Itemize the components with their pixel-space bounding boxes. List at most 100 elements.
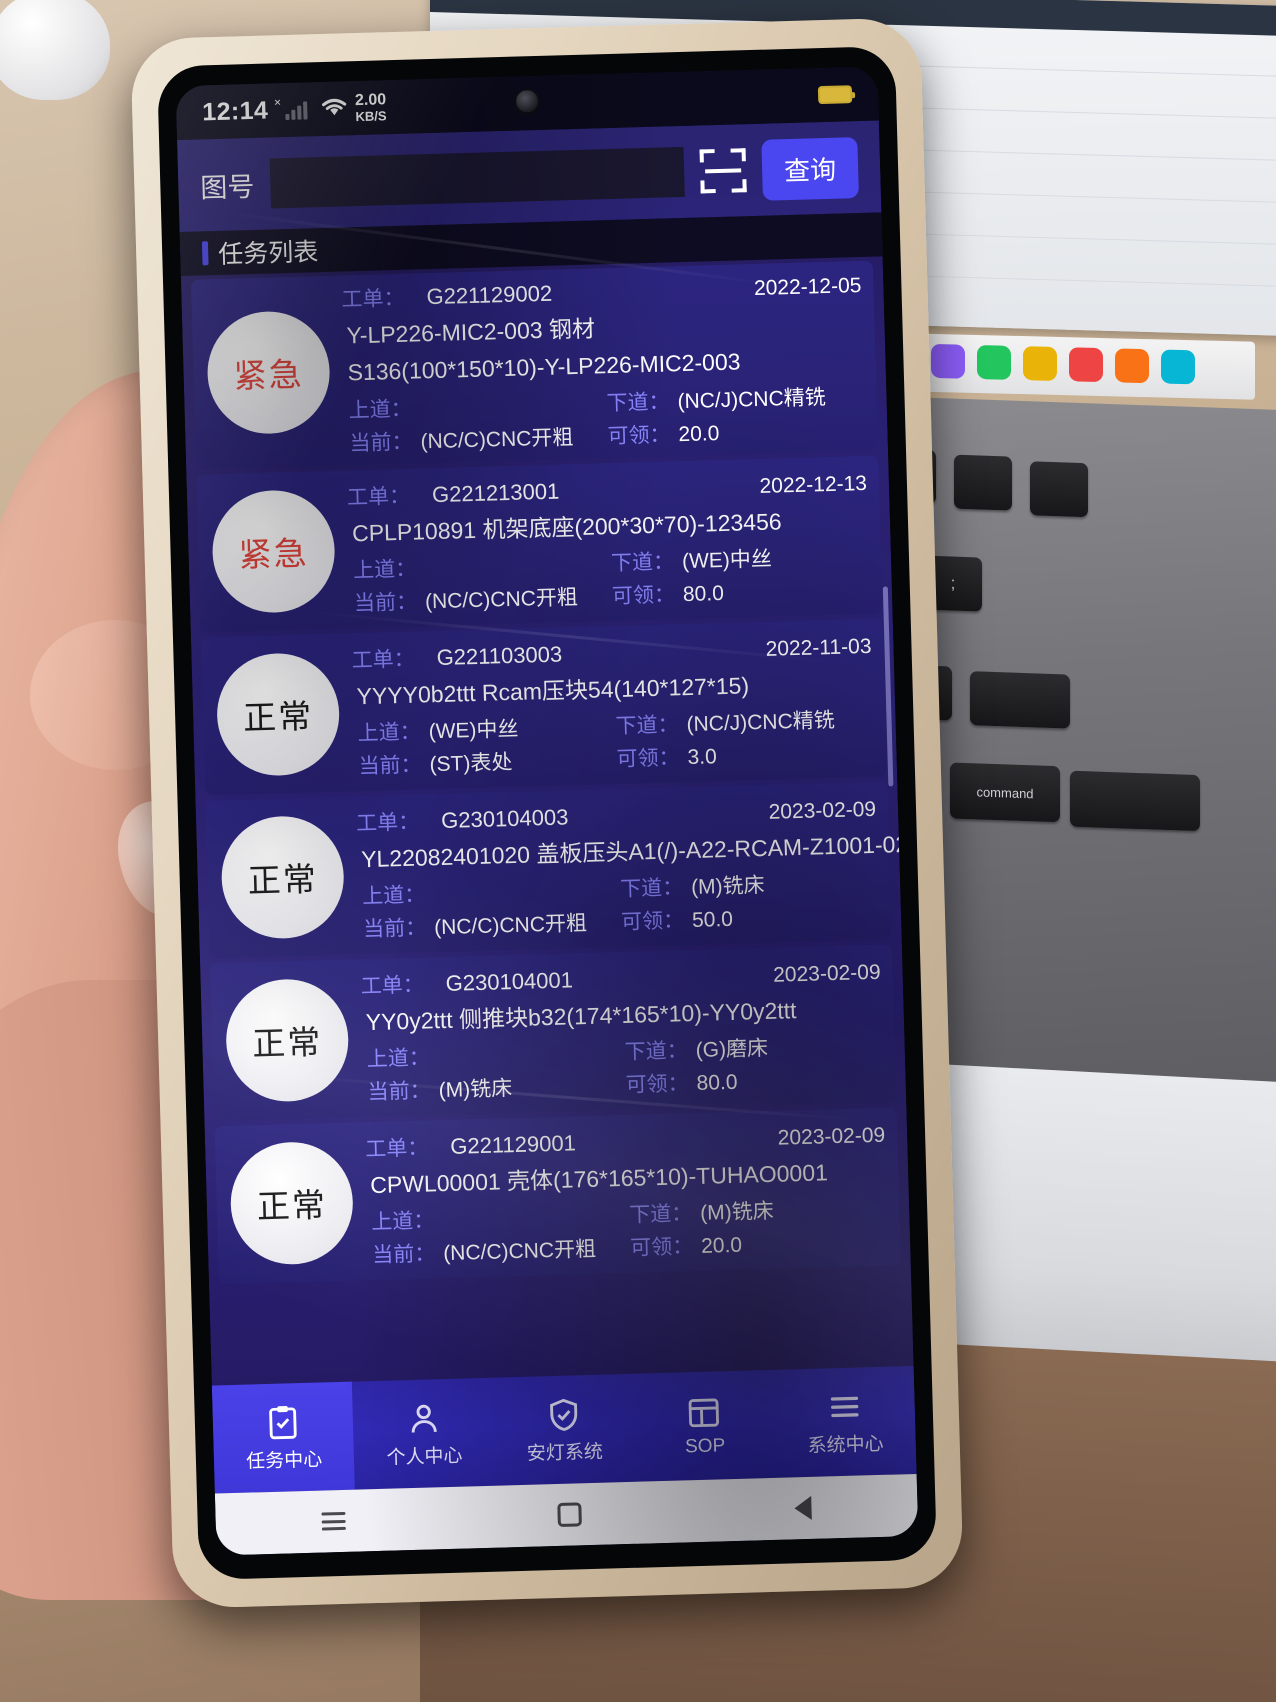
available-qty-label: 可领： [616,746,680,772]
available-qty-value: 50.0 [691,907,734,933]
phone-screen: 12:14 × 2.00 KB/S 图号 查询 任务列表 紧急 工单： G221… [175,66,919,1556]
current-process-label: 当前： [353,590,418,616]
search-input[interactable] [269,146,685,209]
task-card-top-row: 工单： G230104003 2023-02-09 [356,792,877,837]
available-qty-value: 3.0 [687,745,718,770]
available-qty-value: 20.0 [700,1233,743,1258]
task-card-body: 工单： G221129002 2022-12-05 Y-LP226-MIC2-003 … [341,269,866,457]
tab-1[interactable]: 任务中心 [211,1381,356,1494]
network-speed-unit: KB/S [355,107,387,124]
task-card[interactable]: 紧急 工单： G221213001 2022-12-13 CPLP10891 机架底座(… [196,455,883,633]
menu-lines-icon [825,1387,864,1426]
prev-process-label: 上道： [357,720,422,746]
prev-process-label: 上道： [352,557,417,583]
section-accent-bar [201,241,209,266]
task-process-grid: 上道： 下道： (WE)中丝 当前： (NC/C)CNC开粗 可领： 80.0 [353,540,871,617]
tab-4[interactable]: SOP [633,1370,776,1482]
tab-2[interactable]: 个人中心 [352,1378,495,1490]
available-qty-value: 20.0 [678,421,720,447]
current-process-label: 当前： [358,753,422,779]
work-order-number: G221213001 [431,478,560,507]
task-card[interactable]: 正常 工单： G221129001 2023-02-09 CPWL00001 壳体(17… [214,1107,901,1285]
home-icon[interactable] [557,1502,583,1527]
task-date: 2023-02-09 [768,797,877,824]
task-date: 2022-11-03 [765,634,872,661]
prev-process-cell: 上道： [366,1036,625,1073]
current-process-value: (M)铣床 [438,1077,513,1103]
work-order-label: 工单： [351,647,415,673]
tab-3[interactable]: 安灯系统 [493,1374,636,1486]
network-speed: 2.00 KB/S [354,91,387,124]
available-qty-label: 可领： [625,1072,689,1097]
battery-icon [817,85,853,105]
status-badge: 紧急 [205,309,332,436]
work-order-number: G230104001 [445,967,574,996]
task-title-line: Y-LP226-MIC2-003 钢材 [346,315,596,349]
section-title: 任务列表 [217,238,319,269]
task-card-top-row: 工单： G221129001 2023-02-09 [365,1118,886,1163]
task-list[interactable]: 紧急 工单： G221129002 2022-12-05 Y-LP226-MIC2-00… [181,256,914,1385]
work-order-label: 工单： [346,484,411,510]
search-button[interactable]: 查询 [761,136,859,201]
task-date: 2023-02-09 [772,960,881,987]
task-card-top-row: 工单： G221129002 2022-12-05 [341,269,862,314]
next-process-value: (NC/J)CNC精铣 [677,385,826,414]
next-process-cell: 下道： (NC/J)CNC精铣 [606,380,865,417]
status-badge-wrap: 正常 [206,814,359,940]
status-badge: 正常 [220,814,346,940]
next-process-label: 下道： [628,1202,693,1227]
work-order-number: G230104003 [440,804,569,833]
task-card[interactable]: 正常 工单： G230104001 2023-02-09 YY0y2ttt 侧推块b32… [210,944,897,1122]
status-badge-wrap: 正常 [211,977,364,1103]
next-process-value: (M)铣床 [690,874,765,900]
available-qty-label: 可领： [611,583,676,609]
tab-label: 系统中心 [807,1433,884,1457]
next-process-cell: 下道： (M)铣床 [629,1192,888,1229]
tab-label: SOP [684,1435,726,1458]
available-qty-label: 可领： [620,909,685,935]
available-qty-label: 可领： [607,423,671,449]
task-card[interactable]: 正常 工单： G221103003 2022-11-03 YYYY0b2ttt Rcam… [200,618,888,796]
work-order-number: G221129002 [426,280,553,310]
current-process-value: (NC/C)CNC开粗 [442,1237,597,1266]
network-speed-value: 2.00 [354,91,387,110]
next-process-value: (WE)中丝 [681,547,773,574]
app-root: 12:14 × 2.00 KB/S 图号 查询 任务列表 紧急 工单： G221… [175,66,919,1556]
task-process-grid: 上道： (WE)中丝 下道： (NC/J)CNC精铣 当前： (ST)表处 可领： 3.0 [357,703,875,780]
current-process-label: 当前： [371,1242,436,1268]
wifi-icon [319,94,350,124]
status-badge-wrap: 紧急 [197,488,350,615]
current-process-value: (NC/C)CNC开粗 [433,912,588,940]
work-order-label: 工单： [355,810,420,835]
scan-code-icon[interactable] [699,148,747,194]
task-card[interactable]: 正常 工单： G230104003 2023-02-09 YL22082401020 盖… [205,781,914,959]
available-qty-cell: 可领： 80.0 [625,1062,884,1099]
task-card-body: 工单： G221129001 2023-02-09 CPWL00001 壳体(176*… [365,1118,889,1269]
prev-process-label: 上道： [361,883,426,909]
current-process-value: (NC/C)CNC开粗 [424,586,579,614]
prev-process-cell: 上道： [353,547,612,584]
current-process-label: 当前： [349,430,413,456]
next-process-label: 下道： [606,390,670,416]
next-process-label: 下道： [619,876,684,902]
task-card-top-row: 工单： G221103003 2022-11-03 [351,630,872,675]
task-card[interactable]: 紧急 工单： G221129002 2022-12-05 Y-LP226-MIC2-00… [190,260,879,470]
next-process-cell: 下道： (WE)中丝 [611,540,870,577]
status-badge-wrap: 紧急 [192,309,345,436]
bottom-tab-bar: 任务中心 个人中心 安灯系统 SOP 系统中心 [211,1365,917,1494]
recent-apps-icon[interactable] [321,1511,347,1531]
status-time: 12:14 [201,96,269,126]
status-badge: 正常 [215,651,341,778]
prev-process-label: 上道： [371,1209,435,1235]
back-icon[interactable] [793,1495,812,1521]
available-qty-cell: 可领： 20.0 [630,1225,889,1262]
available-qty-value: 80.0 [696,1070,738,1096]
prev-process-label: 上道： [348,397,412,423]
next-process-value: (M)铣床 [699,1199,775,1225]
next-process-value: (NC/J)CNC精铣 [686,709,836,737]
signal-bars-icon [285,99,308,121]
task-date: 2023-02-09 [777,1123,886,1150]
current-process-cell: 当前： (NC/C)CNC开粗 [372,1232,631,1269]
available-qty-cell: 可领： 20.0 [607,413,866,450]
tab-5[interactable]: 系统中心 [773,1366,916,1478]
